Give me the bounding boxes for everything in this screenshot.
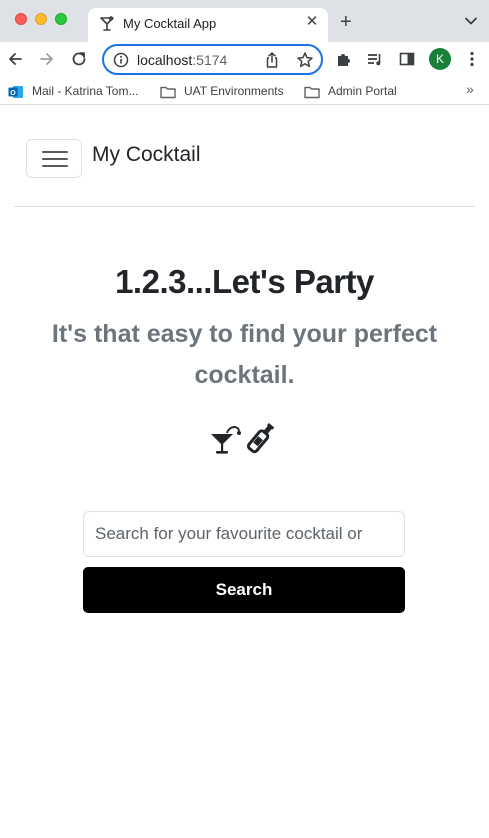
bookmark-label: Mail - Katrina Tom... [32, 84, 139, 98]
url-host: localhost [137, 52, 193, 68]
hamburger-menu-icon [42, 158, 68, 160]
hamburger-menu-icon [42, 165, 68, 167]
site-info-icon[interactable] [113, 52, 129, 68]
tab-close-icon[interactable]: ✕ [304, 14, 320, 30]
cocktail-search-input[interactable] [83, 511, 405, 557]
hamburger-menu-icon [42, 151, 68, 153]
browser-tab-strip: My Cocktail App ✕ + [0, 0, 489, 42]
bookmark-admin-portal[interactable]: Admin Portal [304, 82, 397, 100]
tab-title: My Cocktail App [123, 16, 217, 31]
search-button[interactable]: Search [83, 567, 405, 613]
back-arrow-icon[interactable] [6, 50, 24, 68]
hero-title: 1.2.3...Let's Party [115, 263, 374, 300]
window-minimize-button[interactable] [35, 13, 47, 25]
navbar-divider [14, 206, 475, 207]
active-tab[interactable]: My Cocktail App ✕ [88, 8, 328, 42]
navbar-brand[interactable]: My Cocktail [92, 143, 201, 167]
hero-subtitle: It's that easy to find your perfect cock… [51, 320, 438, 389]
folder-icon [160, 86, 176, 99]
bookmark-uat-environments[interactable]: UAT Environments [160, 82, 284, 100]
forward-arrow-icon[interactable] [38, 50, 56, 68]
more-bookmarks-icon[interactable]: » [466, 81, 474, 97]
more-options-icon[interactable] [463, 50, 481, 68]
url-port: :5174 [192, 52, 228, 68]
window-zoom-button[interactable] [55, 13, 67, 25]
bookmarks-bar: O Mail - Katrina Tom... UAT Environments… [0, 77, 489, 105]
navbar-toggle-button[interactable] [26, 139, 82, 178]
tab-search-chevron-icon[interactable] [464, 14, 478, 28]
folder-icon [304, 86, 320, 99]
bookmark-mail[interactable]: O Mail - Katrina Tom... [8, 82, 138, 100]
cocktail-and-bottle-icon [211, 422, 275, 454]
share-icon[interactable] [264, 51, 280, 69]
side-panel-icon[interactable] [398, 50, 416, 68]
cocktail-glass-icon [100, 16, 114, 31]
bookmark-label: UAT Environments [184, 84, 284, 98]
reload-icon[interactable] [70, 50, 88, 68]
reading-list-icon[interactable] [366, 50, 384, 68]
profile-avatar[interactable]: K [429, 48, 451, 70]
window-close-button[interactable] [15, 13, 27, 25]
browser-toolbar: localhost:5174 [0, 42, 489, 77]
url-text: localhost:5174 [137, 52, 227, 68]
extensions-puzzle-icon[interactable] [335, 50, 353, 68]
new-tab-icon[interactable]: + [340, 12, 352, 32]
svg-text:O: O [10, 90, 16, 97]
address-bar[interactable]: localhost:5174 [102, 44, 323, 75]
outlook-icon: O [8, 85, 23, 98]
bookmark-star-icon[interactable] [296, 51, 314, 69]
bookmark-label: Admin Portal [328, 84, 397, 98]
